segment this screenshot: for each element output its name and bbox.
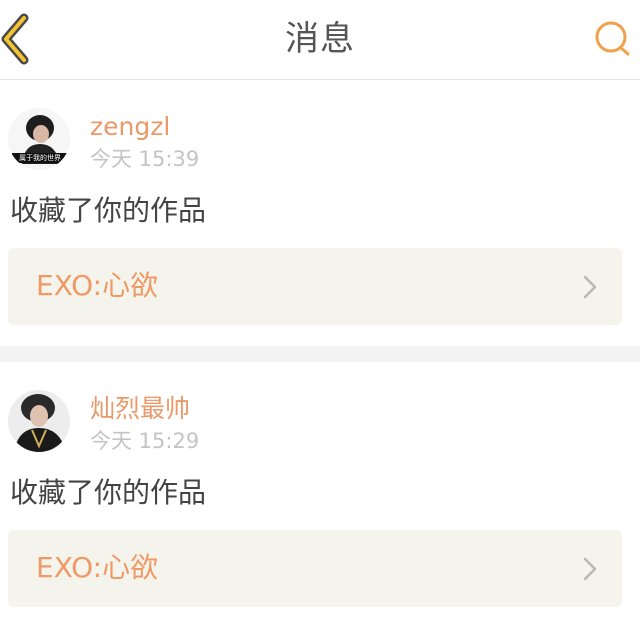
search-button[interactable] bbox=[592, 18, 634, 60]
page-title: 消息 bbox=[285, 19, 355, 59]
action-text: 收藏了你的作品 bbox=[10, 194, 207, 227]
message-item: 属于我的世界 zengzl 今天 15:39 收藏了你的作品 EXO:心欲 bbox=[0, 80, 640, 346]
work-title: EXO:心欲 bbox=[36, 551, 159, 584]
message-item: 灿烈最帅 今天 15:29 收藏了你的作品 EXO:心欲 bbox=[0, 362, 640, 630]
username-link[interactable]: zengzl bbox=[90, 112, 170, 142]
chevron-right-icon bbox=[583, 275, 597, 299]
action-text: 收藏了你的作品 bbox=[10, 476, 207, 509]
work-title: EXO:心欲 bbox=[36, 269, 159, 302]
timestamp: 今天 15:29 bbox=[90, 429, 200, 453]
top-navigation-bar: 消息 bbox=[0, 0, 640, 80]
section-divider bbox=[0, 346, 640, 362]
search-icon bbox=[595, 21, 630, 56]
timestamp: 今天 15:39 bbox=[90, 147, 200, 171]
username-link[interactable]: 灿烈最帅 bbox=[90, 394, 190, 424]
avatar-caption: 属于我的世界 bbox=[19, 154, 61, 162]
avatar[interactable]: 属于我的世界 bbox=[8, 108, 70, 170]
avatar-image bbox=[8, 390, 70, 452]
work-link-card[interactable]: EXO:心欲 bbox=[8, 530, 622, 607]
avatar[interactable] bbox=[8, 390, 70, 452]
work-link-card[interactable]: EXO:心欲 bbox=[8, 248, 622, 325]
chevron-right-icon bbox=[583, 557, 597, 581]
